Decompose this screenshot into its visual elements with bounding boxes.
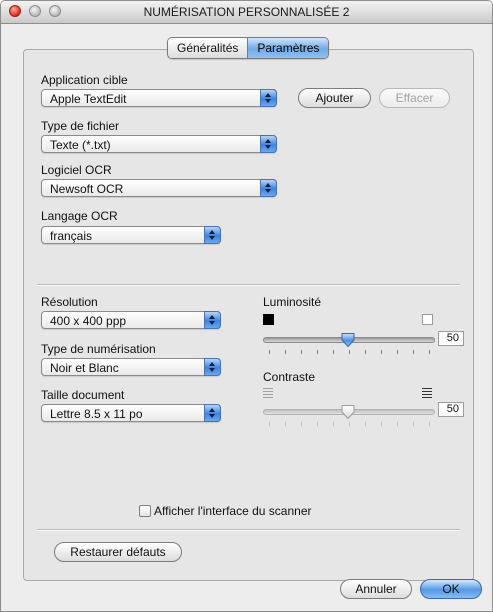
contrast-ticks	[269, 422, 430, 426]
bottom-divider	[37, 529, 460, 531]
document-size-value: Lettre 8.5 x 11 po	[50, 407, 143, 421]
ok-button[interactable]: OK	[420, 579, 482, 599]
contrast-label: Contraste	[263, 370, 316, 384]
dark-square-icon	[263, 314, 274, 325]
popup-arrows-icon	[260, 135, 277, 153]
slider-tick	[317, 422, 318, 426]
title-bar: NUMÉRISATION PERSONNALISÉE 2	[1, 1, 492, 24]
slider-tick	[269, 422, 270, 426]
slider-tick	[397, 422, 398, 426]
file-type-label: Type de fichier	[41, 119, 120, 133]
slider-tick	[429, 350, 430, 354]
remove-button[interactable]: Effacer	[379, 88, 450, 108]
contrast-slider-thumb[interactable]	[340, 404, 356, 420]
resolution-select[interactable]: 400 x 400 ppp	[41, 311, 221, 329]
slider-tick	[317, 350, 318, 354]
slider-tick	[413, 422, 414, 426]
file-type-value: Texte (*.txt)	[50, 138, 111, 152]
contrast-value-field[interactable]: 50	[438, 402, 464, 417]
add-button[interactable]: Ajouter	[298, 88, 371, 108]
popup-arrows-icon	[260, 89, 277, 107]
slider-tick	[381, 422, 382, 426]
ocr-language-value: français	[50, 229, 93, 243]
dialog-window: NUMÉRISATION PERSONNALISÉE 2 Généralités…	[0, 0, 493, 612]
slider-tick	[349, 422, 350, 426]
slider-tick	[333, 350, 334, 354]
section-divider	[37, 284, 460, 286]
slider-tick	[285, 422, 286, 426]
scan-type-select[interactable]: Noir et Blanc	[41, 358, 221, 376]
ocr-language-select[interactable]: français	[41, 226, 221, 244]
high-contrast-icon	[422, 388, 432, 400]
brightness-label: Luminosité	[263, 295, 322, 309]
slider-tick	[301, 350, 302, 354]
resolution-value: 400 x 400 ppp	[50, 314, 127, 328]
slider-tick	[413, 350, 414, 354]
slider-tick	[285, 350, 286, 354]
popup-arrows-icon	[204, 358, 221, 376]
slider-tick	[397, 350, 398, 354]
popup-arrows-icon	[204, 226, 221, 244]
slider-tick	[349, 350, 350, 354]
slider-tick	[333, 422, 334, 426]
tab-generalites[interactable]: Généralités	[168, 38, 248, 58]
cancel-button[interactable]: Annuler	[340, 579, 412, 599]
ocr-language-label: Langage OCR	[41, 209, 118, 223]
popup-arrows-icon	[204, 311, 221, 329]
light-square-icon	[422, 314, 433, 325]
slider-tick	[381, 350, 382, 354]
file-type-select[interactable]: Texte (*.txt)	[41, 135, 277, 153]
target-app-value: Apple TextEdit	[50, 92, 127, 106]
resolution-label: Résolution	[41, 295, 98, 309]
target-app-label: Application cible	[41, 73, 128, 87]
restore-defaults-button[interactable]: Restaurer défauts	[54, 542, 182, 562]
brightness-ticks	[269, 350, 430, 354]
show-scanner-interface-checkbox[interactable]	[139, 505, 151, 517]
ocr-software-value: Newsoft OCR	[50, 182, 124, 196]
popup-arrows-icon	[260, 179, 277, 197]
tab-bar: Généralités Paramètres	[167, 37, 330, 59]
low-contrast-icon	[263, 388, 273, 400]
slider-tick	[269, 350, 270, 354]
document-size-select[interactable]: Lettre 8.5 x 11 po	[41, 404, 221, 422]
tab-parametres[interactable]: Paramètres	[247, 38, 329, 58]
slider-tick	[429, 422, 430, 426]
ocr-software-select[interactable]: Newsoft OCR	[41, 179, 277, 197]
slider-tick	[365, 350, 366, 354]
scan-type-value: Noir et Blanc	[50, 361, 119, 375]
document-size-label: Taille document	[41, 388, 125, 402]
window-title: NUMÉRISATION PERSONNALISÉE 2	[143, 5, 350, 19]
target-app-select[interactable]: Apple TextEdit	[41, 89, 277, 107]
slider-tick	[301, 422, 302, 426]
show-scanner-interface-label: Afficher l'interface du scanner	[154, 504, 312, 518]
ocr-software-label: Logiciel OCR	[41, 163, 112, 177]
popup-arrows-icon	[204, 404, 221, 422]
scan-type-label: Type de numérisation	[41, 342, 156, 356]
brightness-slider-thumb[interactable]	[340, 332, 356, 348]
brightness-value-field[interactable]: 50	[438, 331, 464, 346]
slider-tick	[365, 422, 366, 426]
